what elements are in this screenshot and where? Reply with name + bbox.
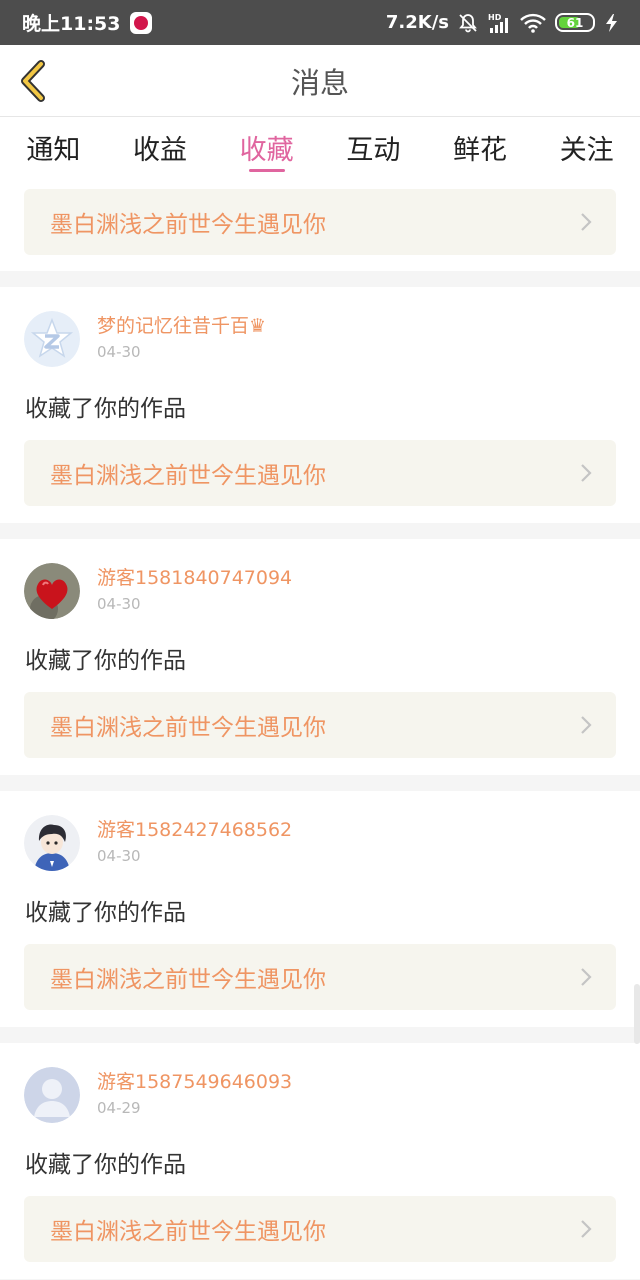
chevron-right-icon	[580, 715, 592, 735]
scrollbar[interactable]	[634, 984, 640, 1044]
user-row: 游客1581840747094 04-30	[0, 563, 640, 619]
avatar[interactable]	[24, 815, 80, 871]
tab-flowers[interactable]: 鲜花	[427, 118, 534, 174]
tab-follow[interactable]: 关注	[533, 118, 640, 174]
mute-bell-icon	[458, 13, 478, 33]
wifi-icon	[520, 13, 546, 33]
battery-icon: 61	[555, 13, 595, 32]
list-item: 游客1587549646093 04-29 收藏了你的作品 墨白渊浅之前世今生遇…	[0, 1043, 640, 1279]
work-card[interactable]: 墨白渊浅之前世今生遇见你	[24, 692, 616, 758]
network-speed: 7.2K/s	[385, 12, 449, 33]
message-list: 墨白渊浅之前世今生遇见你 梦的记忆往昔千百♛ 04-30 收藏了你的作品 墨白渊…	[0, 174, 640, 1280]
status-bar: 晚上11:53 7.2K/s HD 61	[0, 0, 640, 45]
user-info: 梦的记忆往昔千百♛ 04-30	[97, 311, 266, 361]
heart-avatar-icon	[24, 563, 80, 619]
action-text: 收藏了你的作品	[25, 900, 186, 926]
username[interactable]: 游客1587549646093	[97, 1070, 292, 1094]
work-card[interactable]: 墨白渊浅之前世今生遇见你	[24, 189, 616, 255]
status-time: 晚上11:53	[22, 13, 121, 35]
username[interactable]: 游客1582427468562	[97, 818, 292, 842]
list-item: 梦的记忆往昔千百♛ 04-30 收藏了你的作品 墨白渊浅之前世今生遇见你	[0, 287, 640, 523]
anime-boy-avatar-icon	[24, 815, 80, 871]
tab-bar: 通知 收益 收藏 互动 鲜花 关注	[0, 118, 640, 174]
hd-signal-icon: HD	[487, 12, 511, 34]
user-info: 游客1581840747094 04-30	[97, 563, 292, 613]
avatar[interactable]	[24, 311, 80, 367]
divider	[0, 775, 640, 791]
username[interactable]: 游客1581840747094	[97, 566, 292, 590]
header: 消息	[0, 45, 640, 117]
date: 04-29	[97, 1099, 141, 1117]
avatar[interactable]	[24, 563, 80, 619]
work-card[interactable]: 墨白渊浅之前世今生遇见你	[24, 1196, 616, 1262]
user-row: 梦的记忆往昔千百♛ 04-30	[0, 311, 640, 367]
back-arrow-icon	[21, 60, 45, 102]
chevron-right-icon	[580, 967, 592, 987]
svg-text:HD: HD	[488, 13, 502, 22]
date: 04-30	[97, 343, 141, 361]
date: 04-30	[97, 595, 141, 613]
work-card[interactable]: 墨白渊浅之前世今生遇见你	[24, 440, 616, 506]
work-title: 墨白渊浅之前世今生遇见你	[50, 463, 326, 489]
work-title: 墨白渊浅之前世今生遇见你	[50, 715, 326, 741]
divider	[0, 523, 640, 539]
list-item: 墨白渊浅之前世今生遇见你	[0, 174, 640, 271]
charging-icon	[604, 13, 620, 33]
app-notification-icon	[130, 11, 153, 34]
date: 04-30	[97, 847, 141, 865]
username[interactable]: 梦的记忆往昔千百♛	[97, 314, 266, 338]
work-card[interactable]: 墨白渊浅之前世今生遇见你	[24, 944, 616, 1010]
tab-interaction[interactable]: 互动	[320, 118, 427, 174]
tab-favorites[interactable]: 收藏	[213, 118, 320, 174]
tab-income[interactable]: 收益	[107, 118, 214, 174]
list-item: 游客1581840747094 04-30 收藏了你的作品 墨白渊浅之前世今生遇…	[0, 539, 640, 775]
work-title: 墨白渊浅之前世今生遇见你	[50, 1219, 326, 1245]
user-info: 游客1587549646093 04-29	[97, 1067, 292, 1117]
avatar[interactable]	[24, 1067, 80, 1123]
action-text: 收藏了你的作品	[25, 396, 186, 422]
page-title: 消息	[290, 65, 349, 100]
action-text: 收藏了你的作品	[25, 1152, 186, 1178]
back-button[interactable]	[14, 59, 50, 103]
tab-notice[interactable]: 通知	[0, 118, 107, 174]
status-right: 7.2K/s HD 61	[386, 12, 620, 34]
chevron-right-icon	[580, 463, 592, 483]
chevron-right-icon	[580, 212, 592, 232]
work-title: 墨白渊浅之前世今生遇见你	[50, 967, 326, 993]
chevron-right-icon	[580, 1219, 592, 1239]
list-item: 游客1582427468562 04-30 收藏了你的作品 墨白渊浅之前世今生遇…	[0, 791, 640, 1027]
battery-level: 61	[566, 15, 584, 30]
user-row: 游客1587549646093 04-29	[0, 1067, 640, 1123]
divider	[0, 271, 640, 287]
action-text: 收藏了你的作品	[25, 648, 186, 674]
divider	[0, 1027, 640, 1043]
user-info: 游客1582427468562 04-30	[97, 815, 292, 865]
qzone-star-icon	[24, 311, 80, 367]
user-row: 游客1582427468562 04-30	[0, 815, 640, 871]
work-title: 墨白渊浅之前世今生遇见你	[50, 212, 326, 238]
default-user-avatar-icon	[24, 1067, 80, 1123]
